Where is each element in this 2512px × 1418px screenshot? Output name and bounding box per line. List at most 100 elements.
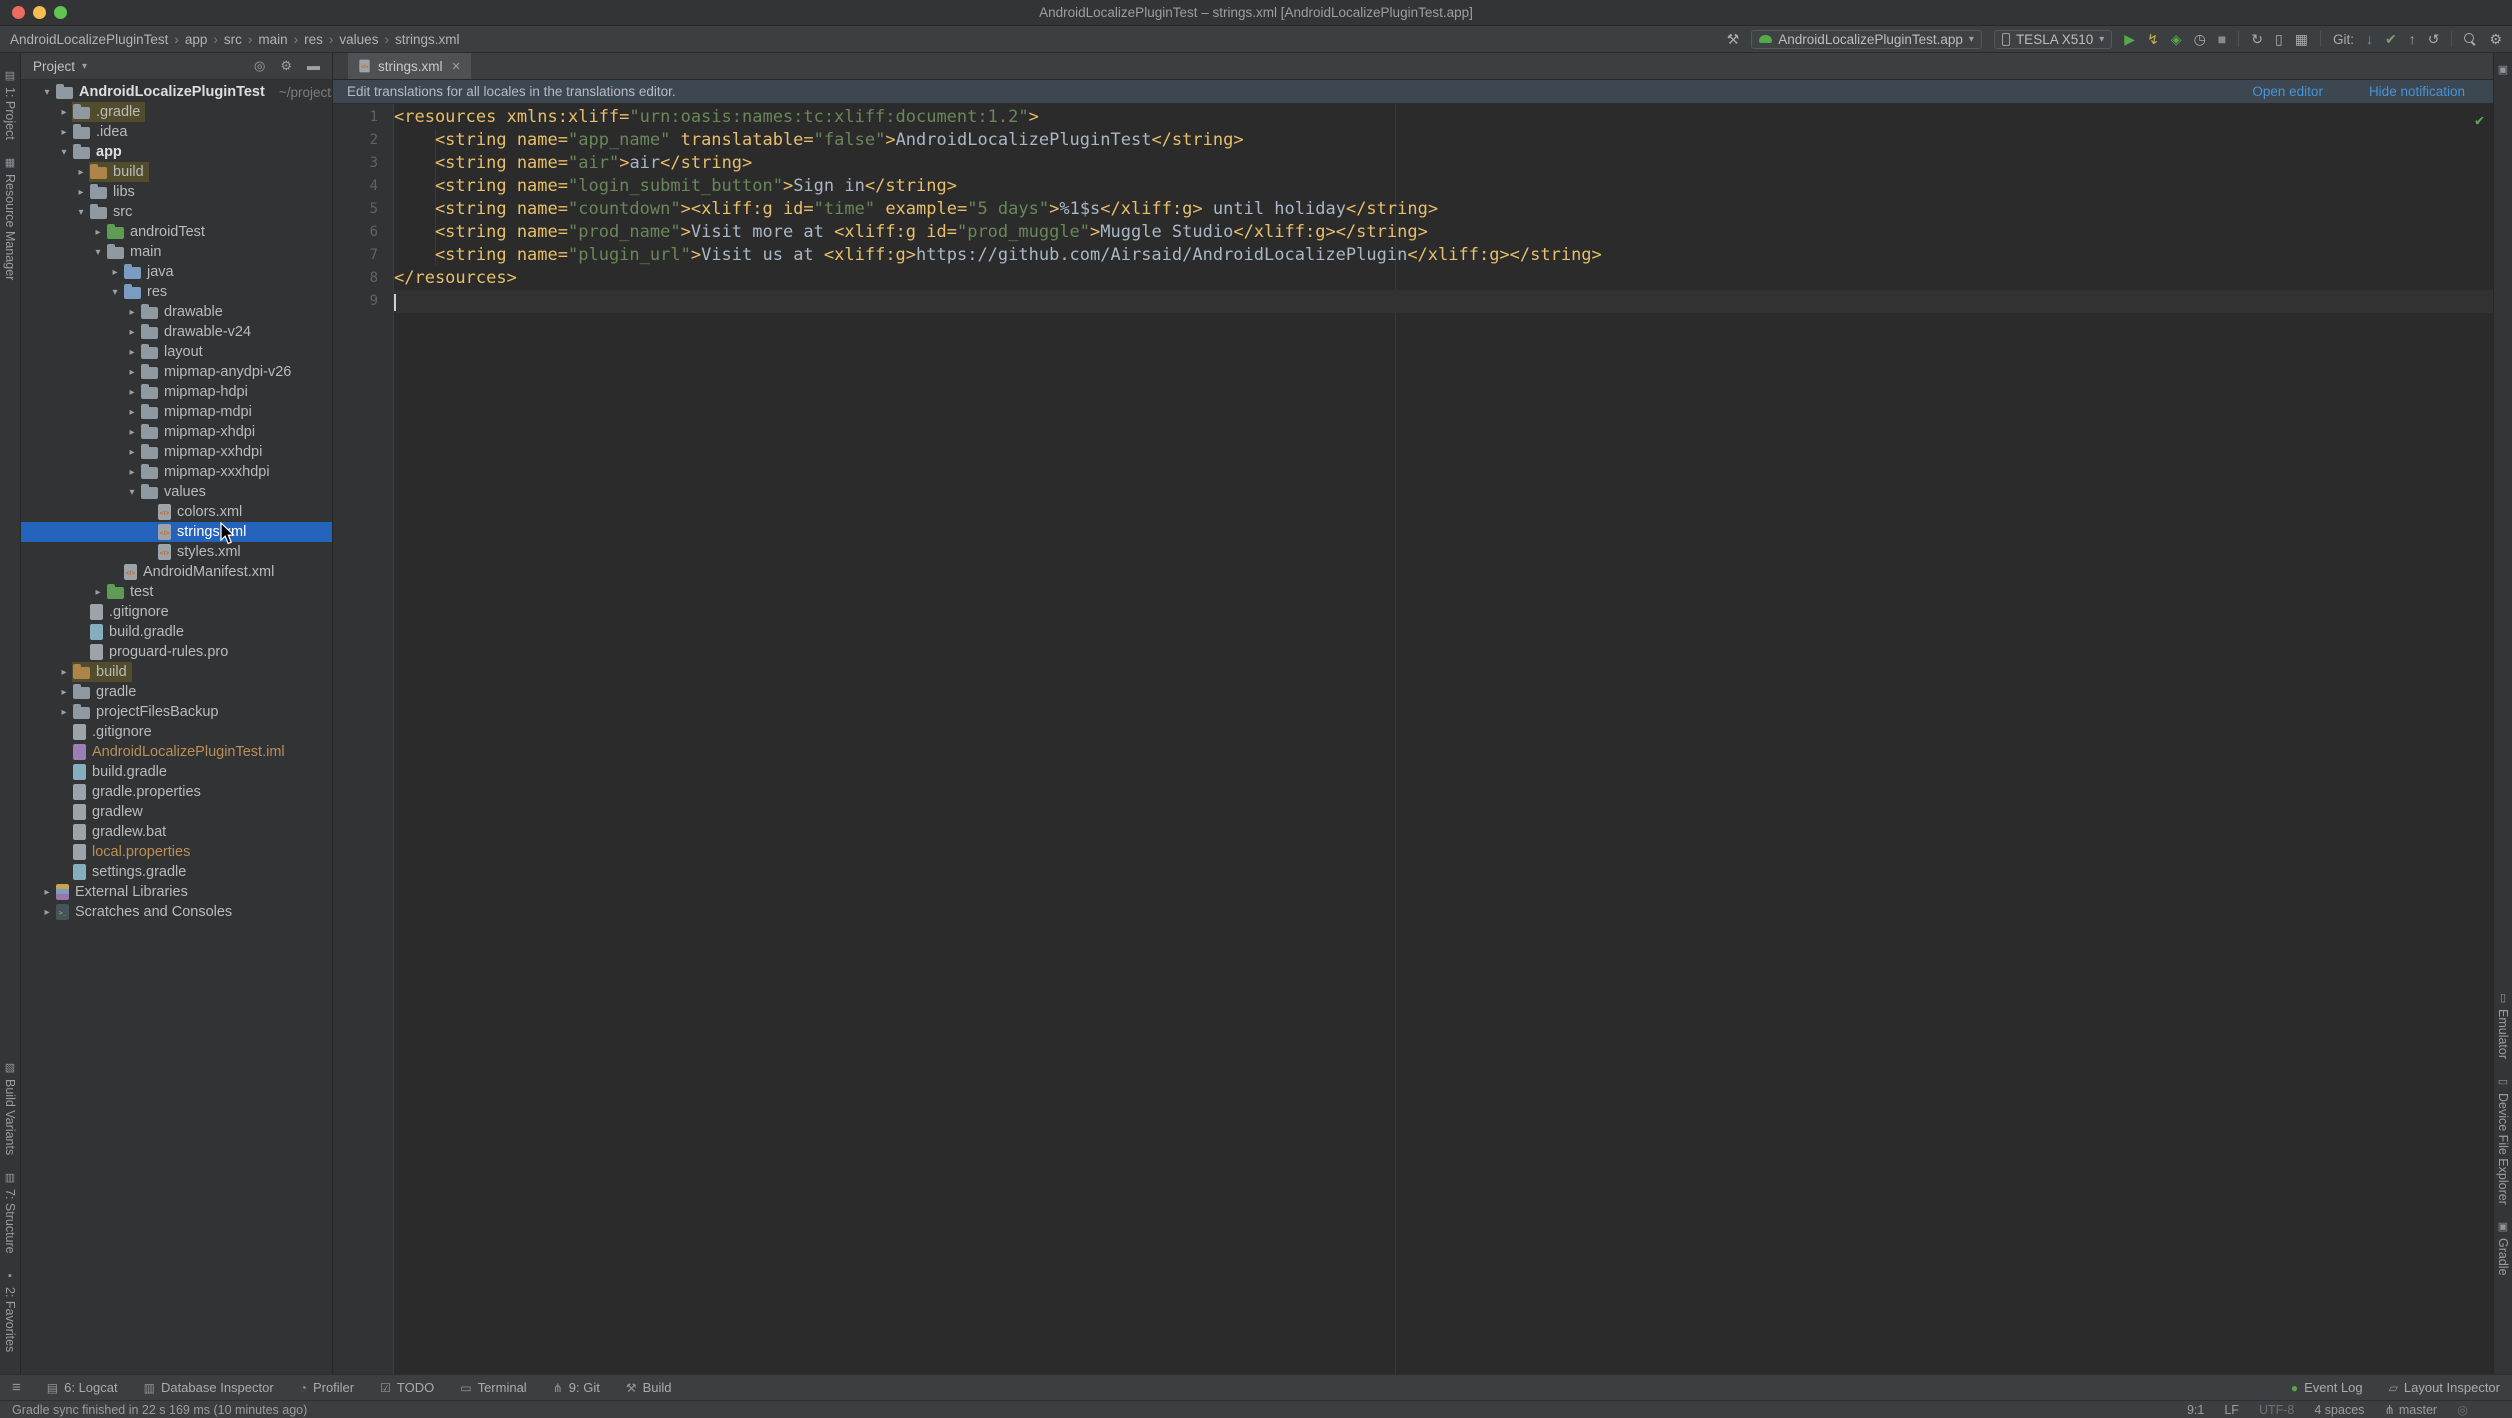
chevron-down-icon[interactable]: ▾ xyxy=(82,61,87,72)
toolwindow-logcat[interactable]: ▤6: Logcat xyxy=(47,1380,118,1395)
git-update-button[interactable]: ↓ xyxy=(2366,32,2373,46)
indent-setting[interactable]: 4 spaces xyxy=(2314,1403,2364,1417)
tree-item-androidtest[interactable]: ▸androidTest xyxy=(21,222,332,242)
tree-item-drawable-v24[interactable]: ▸drawable-v24 xyxy=(21,322,332,342)
tree-item-strings-xml[interactable]: </>strings.xml xyxy=(21,522,332,542)
tree-expanded-icon[interactable]: ▾ xyxy=(90,247,106,258)
tree-expanded-icon[interactable]: ▾ xyxy=(73,207,89,218)
code-line[interactable]: 1<resources xmlns:xliff="urn:oasis:names… xyxy=(333,106,2493,129)
profile-button[interactable]: ◷ xyxy=(2194,32,2206,46)
tree-collapsed-icon[interactable]: ▸ xyxy=(56,107,72,118)
tree-expanded-icon[interactable]: ▾ xyxy=(124,487,140,498)
settings-icon[interactable]: ⚙ xyxy=(2489,32,2502,46)
tree-collapsed-icon[interactable]: ▸ xyxy=(124,347,140,358)
tree-item-main[interactable]: ▾main xyxy=(21,242,332,262)
file-encoding[interactable]: UTF-8 xyxy=(2259,1403,2294,1417)
stripe-favorites[interactable]: ▪2: Favorites xyxy=(3,1270,17,1352)
tree-item-androidlocalizeplugintest[interactable]: ▾AndroidLocalizePluginTest~/projects/pl xyxy=(21,82,332,102)
breadcrumb-item-androidlocalizeplugintest[interactable]: AndroidLocalizePluginTest xyxy=(10,32,168,47)
tree-item-styles-xml[interactable]: </>styles.xml xyxy=(21,542,332,562)
code-line[interactable]: 3 <string name="air">air</string> xyxy=(333,152,2493,175)
tree-item-gradle[interactable]: ▸.gradle xyxy=(21,102,332,122)
line-number[interactable]: 2 xyxy=(333,129,394,152)
stripe-structure[interactable]: ▥7: Structure xyxy=(3,1171,17,1254)
tree-collapsed-icon[interactable]: ▸ xyxy=(124,327,140,338)
git-history-button[interactable]: ↺ xyxy=(2428,32,2440,46)
tree-expanded-icon[interactable]: ▾ xyxy=(56,147,72,158)
tree-item-layout[interactable]: ▸layout xyxy=(21,342,332,362)
toolwindow-build[interactable]: ⚒Build xyxy=(626,1380,672,1395)
breadcrumb-item-strings-xml[interactable]: strings.xml xyxy=(395,32,460,47)
tree-item-test[interactable]: ▸test xyxy=(21,582,332,602)
breadcrumb-item-values[interactable]: values xyxy=(339,32,378,47)
code-editor[interactable]: 1<resources xmlns:xliff="urn:oasis:names… xyxy=(333,104,2493,1374)
tree-collapsed-icon[interactable]: ▸ xyxy=(124,407,140,418)
tree-collapsed-icon[interactable]: ▸ xyxy=(124,367,140,378)
minimize-window-button[interactable] xyxy=(33,6,46,19)
tree-item-colors-xml[interactable]: </>colors.xml xyxy=(21,502,332,522)
stripe-build-variants[interactable]: ▧Build Variants xyxy=(3,1061,17,1155)
tree-item-scratches-and-consoles[interactable]: ▸>_Scratches and Consoles xyxy=(21,902,332,922)
tree-item-mipmap-anydpi-v26[interactable]: ▸mipmap-anydpi-v26 xyxy=(21,362,332,382)
tree-collapsed-icon[interactable]: ▸ xyxy=(56,707,72,718)
tree-collapsed-icon[interactable]: ▸ xyxy=(124,427,140,438)
gradle-icon[interactable]: ▣ xyxy=(2498,63,2508,76)
toolwindow-git[interactable]: ⋔9: Git xyxy=(553,1380,600,1395)
stripe-project[interactable]: ▤1: Project xyxy=(3,69,17,140)
line-number[interactable]: 9 xyxy=(333,290,394,313)
tree-item-drawable[interactable]: ▸drawable xyxy=(21,302,332,322)
tree-collapsed-icon[interactable]: ▸ xyxy=(124,307,140,318)
tree-item-idea[interactable]: ▸.idea xyxy=(21,122,332,142)
git-branch-widget[interactable]: ⋔ master xyxy=(2384,1402,2437,1417)
breadcrumb-item-src[interactable]: src xyxy=(224,32,242,47)
tree-collapsed-icon[interactable]: ▸ xyxy=(107,267,123,278)
tree-collapsed-icon[interactable]: ▸ xyxy=(56,667,72,678)
toolwindow-database-inspector[interactable]: ▥Database Inspector xyxy=(144,1380,274,1395)
tree-item-settings-gradle[interactable]: settings.gradle xyxy=(21,862,332,882)
tree-item-build-gradle[interactable]: build.gradle xyxy=(21,622,332,642)
caret-position[interactable]: 9:1 xyxy=(2187,1403,2204,1417)
tree-expanded-icon[interactable]: ▾ xyxy=(107,287,123,298)
line-separator[interactable]: LF xyxy=(2224,1403,2239,1417)
stripe-emulator[interactable]: ▯Emulator xyxy=(2496,991,2510,1059)
tree-item-proguard-rules-pro[interactable]: proguard-rules.pro xyxy=(21,642,332,662)
tree-item-java[interactable]: ▸java xyxy=(21,262,332,282)
breadcrumb-item-main[interactable]: main xyxy=(258,32,287,47)
tree-collapsed-icon[interactable]: ▸ xyxy=(124,387,140,398)
run-configuration-select[interactable]: AndroidLocalizePluginTest.app ▾ xyxy=(1751,30,1982,49)
tree-item-libs[interactable]: ▸libs xyxy=(21,182,332,202)
sync-project-button[interactable]: ↻ xyxy=(2251,32,2263,46)
close-window-button[interactable] xyxy=(12,6,25,19)
search-everywhere-button[interactable] xyxy=(2464,33,2477,46)
tree-item-src[interactable]: ▾src xyxy=(21,202,332,222)
tree-item-androidlocalizeplugintest-iml[interactable]: AndroidLocalizePluginTest.iml xyxy=(21,742,332,762)
tree-item-gitignore[interactable]: .gitignore xyxy=(21,722,332,742)
tree-collapsed-icon[interactable]: ▸ xyxy=(90,227,106,238)
tree-item-gradle[interactable]: ▸gradle xyxy=(21,682,332,702)
close-tab-icon[interactable]: ✕ xyxy=(452,60,461,73)
tree-item-build[interactable]: ▸build xyxy=(21,162,332,182)
toolwindow-layout-inspector[interactable]: ▱Layout Inspector xyxy=(2389,1380,2500,1395)
tree-collapsed-icon[interactable]: ▸ xyxy=(39,887,55,898)
line-number[interactable]: 3 xyxy=(333,152,394,175)
maximize-window-button[interactable] xyxy=(54,6,67,19)
stop-button[interactable]: ■ xyxy=(2218,32,2226,46)
notifications-icon[interactable]: ◎ xyxy=(2457,1402,2468,1417)
tree-collapsed-icon[interactable]: ▸ xyxy=(90,587,106,598)
tree-collapsed-icon[interactable]: ▸ xyxy=(73,187,89,198)
breadcrumb-item-app[interactable]: app xyxy=(185,32,208,47)
hide-panel-icon[interactable]: ▬ xyxy=(307,58,320,74)
tree-collapsed-icon[interactable]: ▸ xyxy=(56,127,72,138)
tree-item-gradlew-bat[interactable]: gradlew.bat xyxy=(21,822,332,842)
tree-item-mipmap-hdpi[interactable]: ▸mipmap-hdpi xyxy=(21,382,332,402)
tab-strings-xml[interactable]: </> strings.xml ✕ xyxy=(348,53,471,79)
code-line[interactable]: 8</resources> xyxy=(333,267,2493,290)
line-number[interactable]: 7 xyxy=(333,244,394,267)
tree-collapsed-icon[interactable]: ▸ xyxy=(39,907,55,918)
code-line[interactable]: 2 <string name="app_name" translatable="… xyxy=(333,129,2493,152)
tree-item-values[interactable]: ▾values xyxy=(21,482,332,502)
tree-collapsed-icon[interactable]: ▸ xyxy=(56,687,72,698)
inspections-ok-icon[interactable]: ✔ xyxy=(2475,109,2484,132)
tree-item-gitignore[interactable]: .gitignore xyxy=(21,602,332,622)
toolwindow-event-log[interactable]: ●Event Log xyxy=(2291,1380,2363,1395)
